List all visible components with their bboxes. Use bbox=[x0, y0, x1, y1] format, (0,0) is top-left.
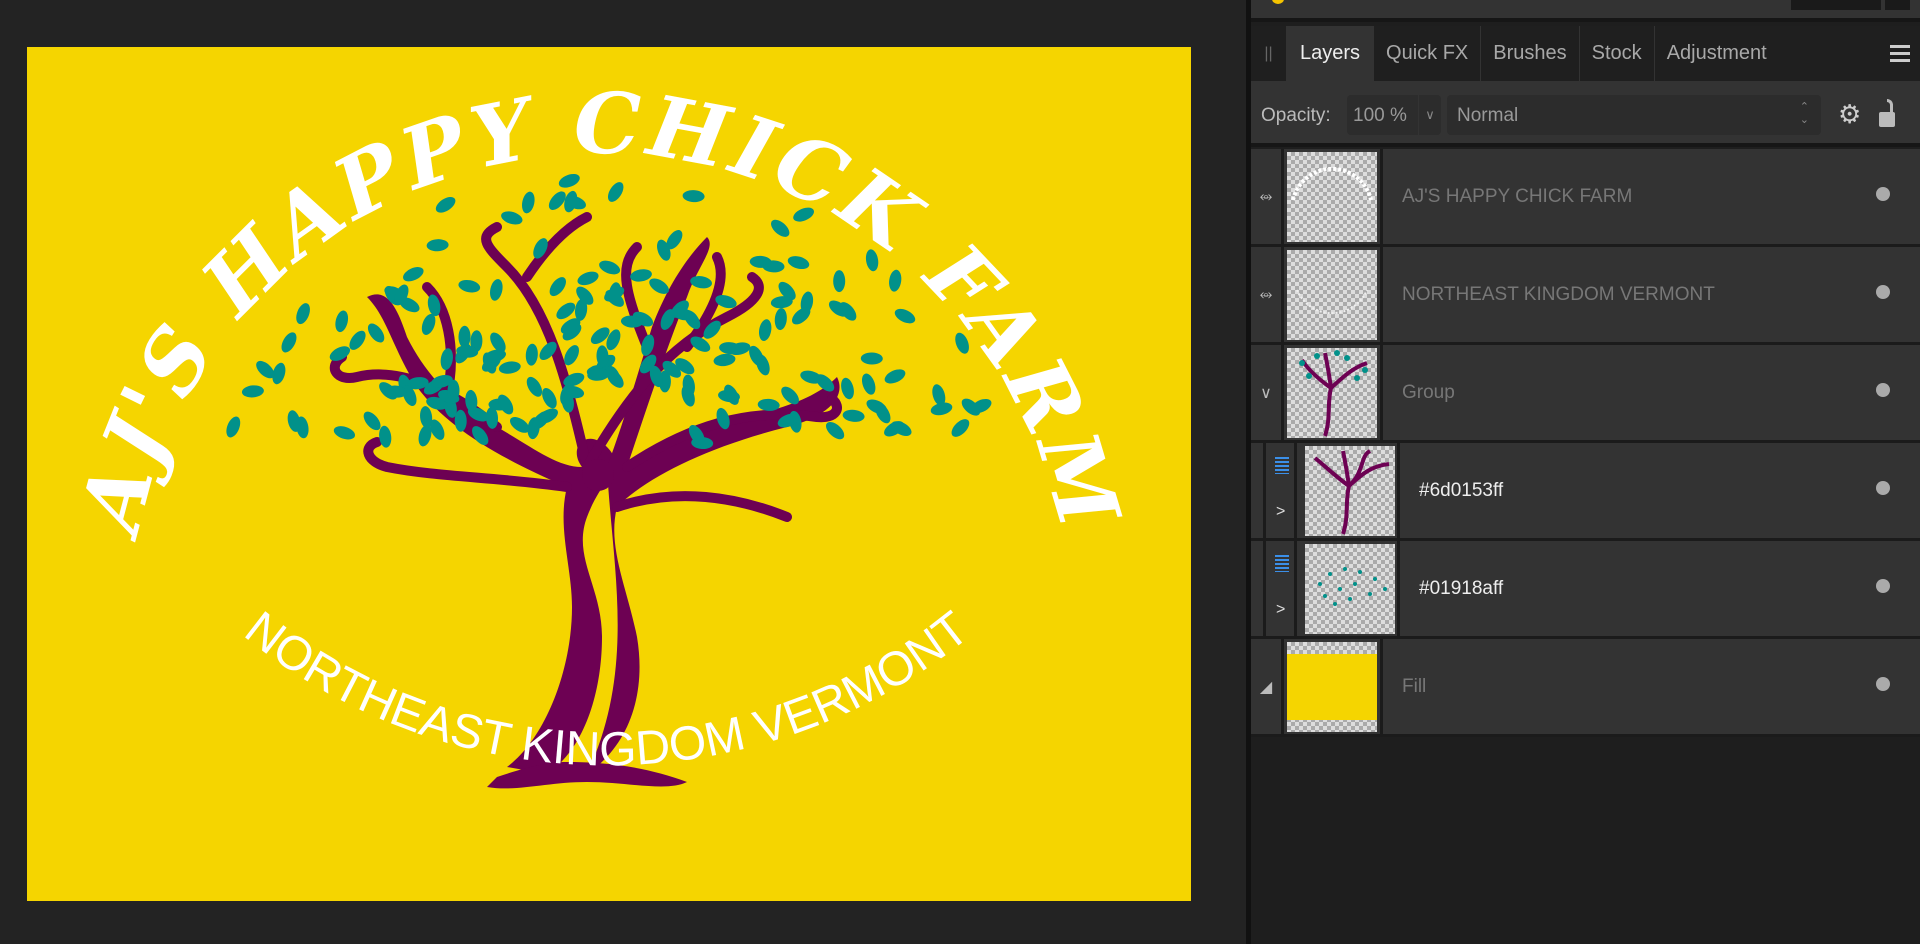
visibility-dot-icon[interactable] bbox=[1876, 187, 1890, 201]
toolbar-control[interactable] bbox=[1791, 0, 1881, 10]
fill-bucket-icon: ◢ bbox=[1251, 639, 1284, 734]
layer-name: NORTHEAST KINGDOM VERMONT bbox=[1402, 284, 1715, 305]
leaf bbox=[367, 323, 385, 343]
leaf bbox=[930, 402, 953, 416]
blend-mode-value: Normal bbox=[1457, 105, 1519, 126]
leaf bbox=[891, 421, 912, 436]
leaf bbox=[833, 270, 846, 293]
layer-name: #6d0153ff bbox=[1419, 480, 1504, 501]
panel-grip-icon[interactable]: || bbox=[1251, 26, 1286, 81]
layer-name: Group bbox=[1402, 382, 1455, 403]
blend-mode-select[interactable]: Normal ⌃ ⌄ bbox=[1447, 95, 1821, 135]
visibility-dot-icon[interactable] bbox=[1876, 383, 1890, 397]
layer-thumbnail bbox=[1305, 544, 1395, 634]
leaf bbox=[860, 352, 883, 365]
leaf bbox=[758, 319, 772, 341]
leaf bbox=[226, 416, 241, 438]
gear-icon[interactable]: ⚙ bbox=[1838, 100, 1861, 128]
layer-row[interactable]: ⥈ NORTHEAST KINGDOM VERMONT bbox=[1251, 247, 1920, 345]
opacity-label: Opacity: bbox=[1261, 105, 1331, 126]
tab-quick-fx[interactable]: Quick FX bbox=[1374, 26, 1482, 81]
layer-thumbnail bbox=[1287, 642, 1377, 732]
visibility-dot-icon[interactable] bbox=[1876, 285, 1890, 299]
layer-thumbnail bbox=[1287, 152, 1377, 242]
pixel-layer-icon bbox=[1275, 457, 1289, 474]
pixel-layer-icon bbox=[1275, 555, 1289, 572]
curved-text-icon: ⥈ bbox=[1251, 149, 1284, 244]
leaf bbox=[335, 310, 349, 333]
leaf bbox=[296, 303, 310, 325]
leaf bbox=[894, 308, 916, 324]
curved-text-icon: ⥈ bbox=[1251, 247, 1284, 342]
leaf bbox=[490, 279, 503, 301]
leaf bbox=[333, 426, 356, 440]
hamburger-menu-icon[interactable] bbox=[1880, 26, 1920, 81]
toolbar-control-small[interactable] bbox=[1885, 0, 1910, 10]
leaf bbox=[841, 377, 854, 400]
visibility-dot-icon[interactable] bbox=[1876, 677, 1890, 691]
leaf bbox=[842, 409, 865, 422]
leaf bbox=[630, 269, 652, 282]
leaf bbox=[525, 343, 538, 366]
layer-name: AJ'S HAPPY CHICK FARM bbox=[1402, 186, 1633, 207]
leaf bbox=[787, 256, 810, 270]
leaf bbox=[607, 182, 624, 202]
layer-thumbnail bbox=[1305, 446, 1395, 536]
leaf bbox=[682, 190, 705, 203]
layer-thumbnail bbox=[1287, 348, 1377, 438]
layer-row[interactable]: ∨ Group bbox=[1251, 345, 1920, 443]
visibility-dot-icon[interactable] bbox=[1876, 481, 1890, 495]
leaf bbox=[501, 211, 523, 225]
layer-row[interactable]: ⥈ AJ'S HAPPY CHICK FARM bbox=[1251, 149, 1920, 247]
leaf bbox=[526, 376, 543, 397]
opacity-dropdown-chevron-icon[interactable]: ∨ bbox=[1419, 95, 1441, 135]
leaf bbox=[458, 279, 481, 293]
chevron-down-icon[interactable]: ∨ bbox=[1251, 345, 1284, 440]
leaf bbox=[951, 419, 970, 437]
leaf bbox=[713, 353, 736, 367]
tab-stock[interactable]: Stock bbox=[1580, 26, 1655, 81]
leaf bbox=[542, 388, 557, 409]
leaf bbox=[825, 421, 845, 440]
tab-adjustment[interactable]: Adjustment bbox=[1655, 26, 1779, 81]
layer-row-child[interactable]: > #01918aff bbox=[1251, 541, 1920, 639]
leaf bbox=[861, 373, 876, 395]
leaf bbox=[281, 332, 297, 353]
visibility-dot-icon[interactable] bbox=[1876, 579, 1890, 593]
subtitle-arc-text: NORTHEAST KINGDOM VERMONT bbox=[235, 602, 978, 777]
leaf bbox=[522, 191, 535, 214]
layers-panel: || Layers Quick FX Brushes Stock Adjustm… bbox=[1251, 0, 1920, 944]
panel-tabs: || Layers Quick FX Brushes Stock Adjustm… bbox=[1251, 26, 1920, 81]
leaf bbox=[403, 267, 424, 282]
updown-chevron-icon: ⌃ ⌄ bbox=[1799, 101, 1809, 126]
layer-row[interactable]: ◢ Fill bbox=[1251, 639, 1920, 737]
color-indicator-icon bbox=[1272, 0, 1284, 4]
artboard[interactable]: AJ'S HAPPY CHICK FARM NORTHEAST KINGDOM … bbox=[27, 47, 1191, 901]
logo-artwork: AJ'S HAPPY CHICK FARM NORTHEAST KINGDOM … bbox=[59, 73, 1136, 789]
leaf bbox=[599, 260, 621, 275]
layer-name: #01918aff bbox=[1419, 578, 1504, 599]
leaf bbox=[884, 369, 906, 384]
leaf bbox=[241, 385, 264, 398]
leaf bbox=[549, 277, 566, 297]
layer-thumbnail bbox=[1287, 250, 1377, 340]
chevron-right-icon[interactable]: > bbox=[1276, 503, 1285, 521]
tab-brushes[interactable]: Brushes bbox=[1481, 26, 1580, 81]
layer-row-child[interactable]: > #6d0153ff bbox=[1251, 443, 1920, 541]
leaf bbox=[426, 239, 449, 252]
chevron-right-icon[interactable]: > bbox=[1276, 601, 1285, 619]
leaf bbox=[577, 271, 599, 286]
canvas-area[interactable]: AJ'S HAPPY CHICK FARM NORTHEAST KINGDOM … bbox=[0, 0, 1246, 944]
lock-icon[interactable] bbox=[1879, 99, 1895, 129]
opacity-input[interactable]: 100 % bbox=[1347, 95, 1418, 135]
leaf bbox=[774, 308, 787, 331]
leaf bbox=[498, 361, 521, 374]
layer-properties-bar: Opacity: 100 % ∨ Normal ⌃ ⌄ ⚙ bbox=[1251, 81, 1920, 147]
tab-layers[interactable]: Layers bbox=[1286, 26, 1375, 81]
layer-name: Fill bbox=[1402, 676, 1427, 697]
top-toolbar-strip bbox=[1251, 0, 1920, 22]
leaf bbox=[771, 219, 790, 237]
